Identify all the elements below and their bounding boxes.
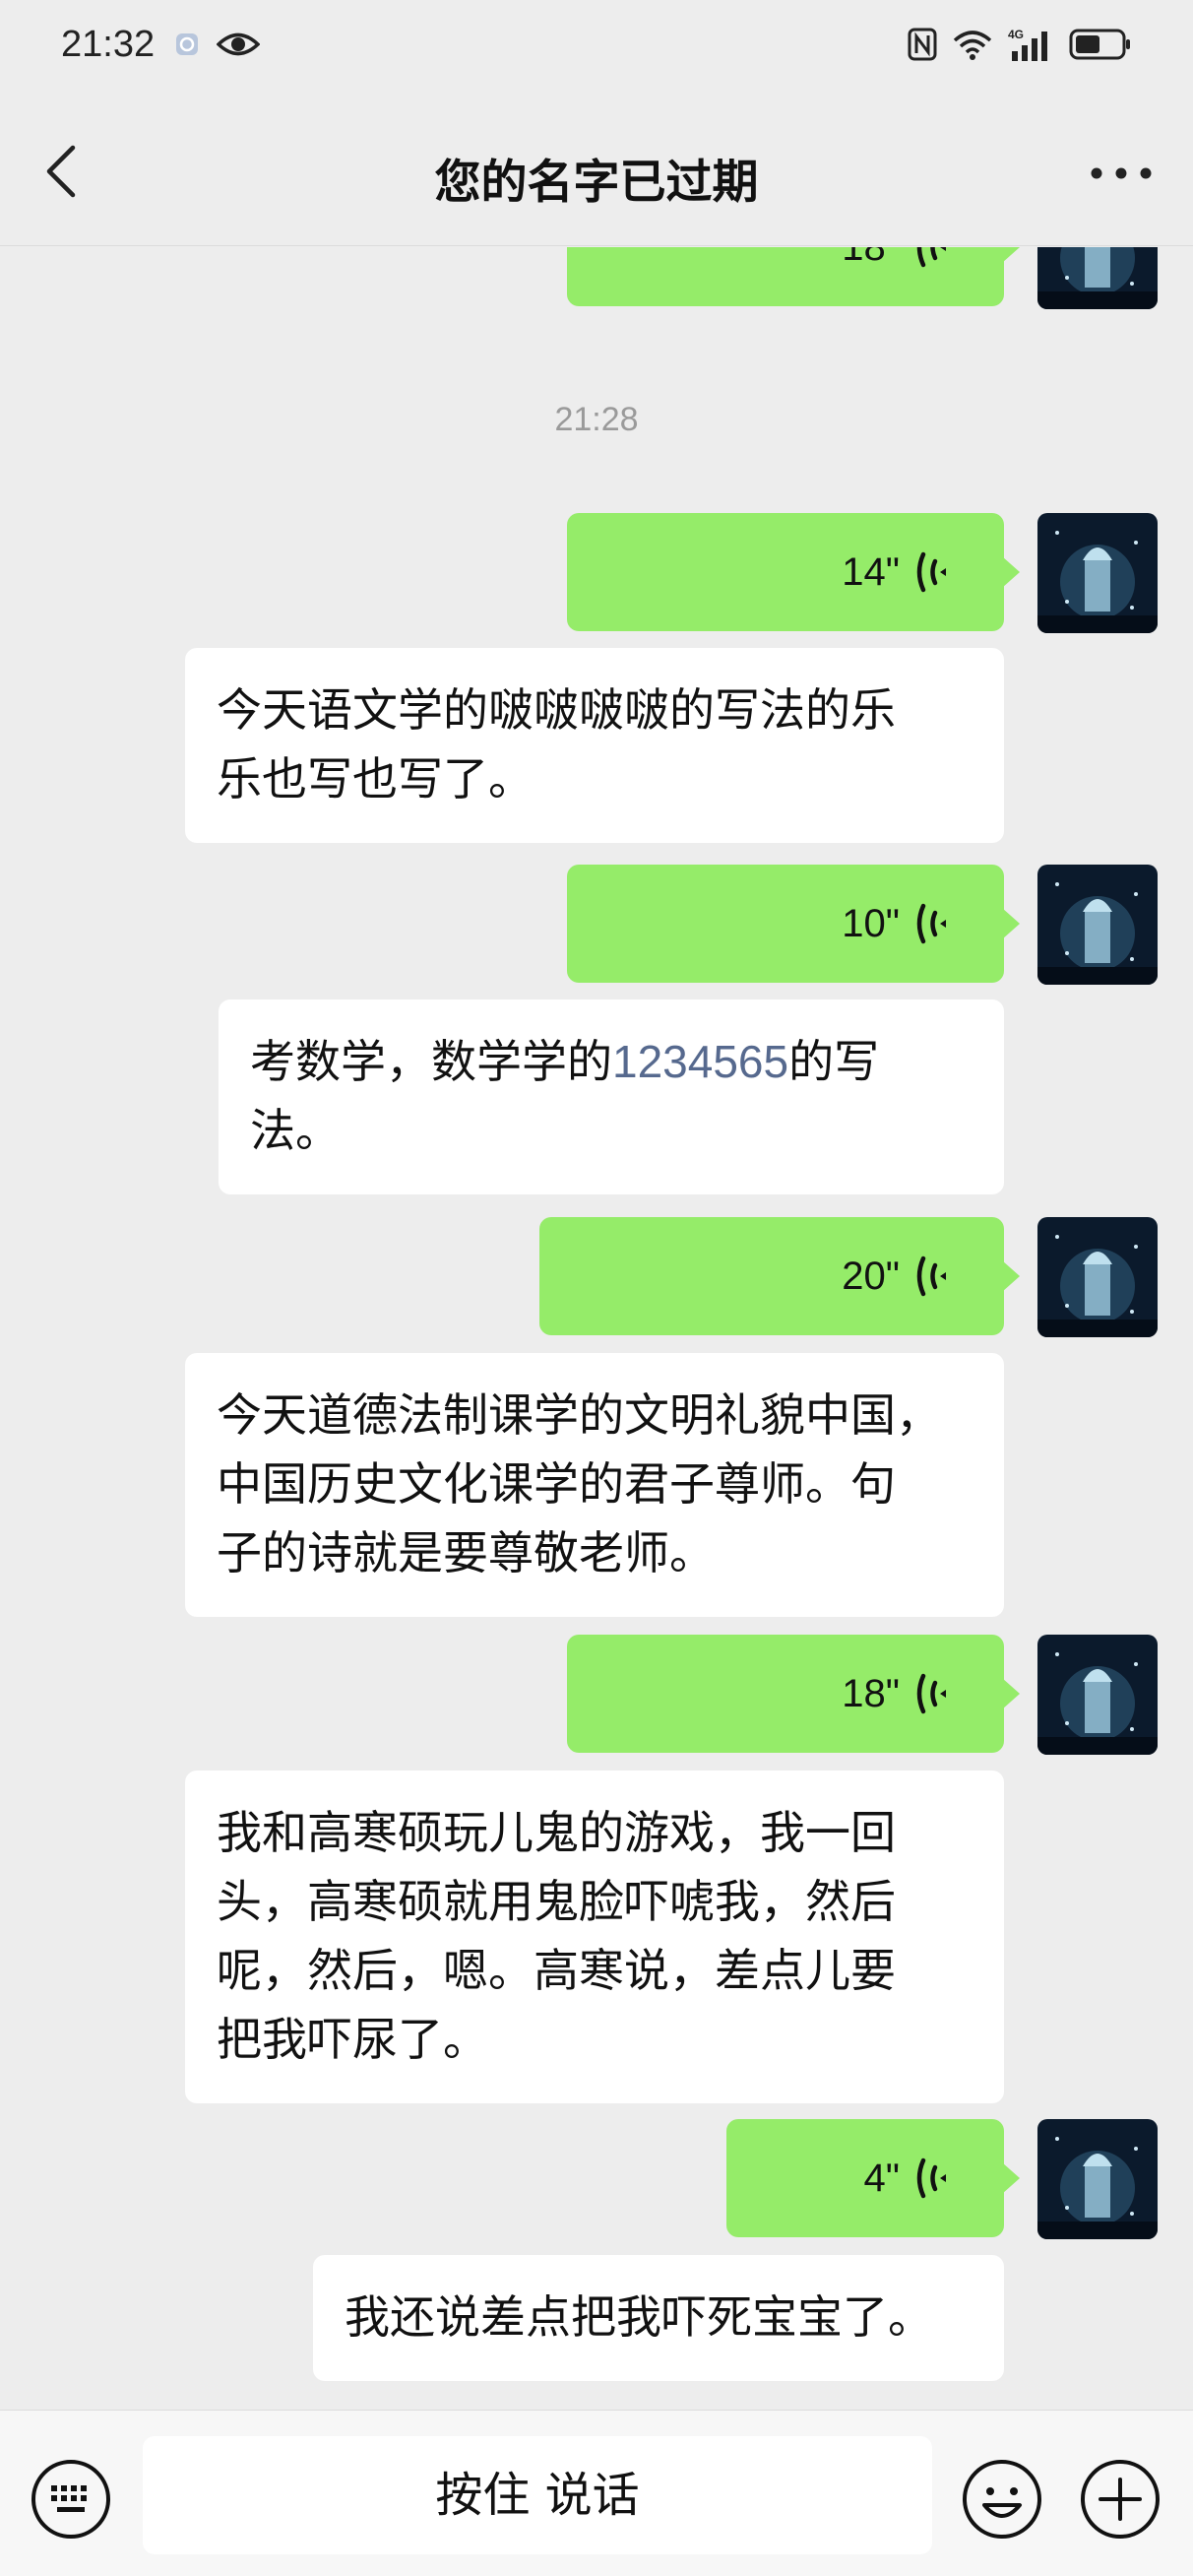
- transcription-bubble[interactable]: 今天道德法制课学的文明礼貌中国， 中国历史文化课学的君子尊师。句 子的诗就是要尊…: [185, 1353, 1004, 1617]
- voice-wave-icon: [916, 903, 946, 944]
- number-link[interactable]: 1234565: [612, 1036, 788, 1087]
- voice-duration: 10": [842, 902, 900, 945]
- transcription-bubble[interactable]: 我还说差点把我吓死宝宝了。: [313, 2255, 1004, 2381]
- battery-icon: [1069, 28, 1132, 65]
- more-options-button[interactable]: [1087, 154, 1156, 193]
- avatar[interactable]: [1037, 865, 1158, 985]
- transcription-bubble[interactable]: 考数学，数学学的1234565的写 法。: [219, 999, 1004, 1194]
- nfc-icon: [908, 28, 937, 65]
- avatar[interactable]: [1037, 1217, 1158, 1337]
- transcription-line: 头，高寒硕就用鬼脸吓唬我，然后: [217, 1875, 896, 1928]
- hold-to-talk-button[interactable]: 按住 说话: [143, 2436, 932, 2554]
- avatar-starry-night-icon: [1037, 2119, 1158, 2239]
- transcription-line: 今天道德法制课学的文明礼貌中国，: [217, 1388, 941, 1442]
- transcription-line: 我还说差点把我吓死宝宝了。: [345, 2290, 933, 2344]
- input-bar: 按住 说话: [0, 2410, 1193, 2576]
- voice-message-bubble[interactable]: 18": [567, 247, 1020, 306]
- transcription-line: 呢，然后，嗯。高寒说，差点儿要: [217, 1944, 896, 1997]
- eye-icon: [216, 30, 261, 63]
- wifi-icon: [953, 29, 992, 64]
- transcription-line: 乐也写也写了。: [217, 752, 534, 805]
- more-dots-icon: [1091, 167, 1152, 179]
- avatar-starry-night-icon: [1037, 1635, 1158, 1755]
- avatar[interactable]: [1037, 513, 1158, 633]
- chat-header: 您的名字已过期: [0, 98, 1193, 246]
- transcription-bubble[interactable]: 我和高寒硕玩儿鬼的游戏，我一回 头，高寒硕就用鬼脸吓唬我，然后 呢，然后，嗯。高…: [185, 1771, 1004, 2103]
- voice-message-bubble[interactable]: 18": [567, 1635, 1020, 1753]
- voice-message-bubble[interactable]: 20": [539, 1217, 1020, 1335]
- status-bar: 21:32 4G: [0, 0, 1193, 98]
- voice-duration: 20": [842, 1255, 900, 1298]
- voice-wave-icon: [916, 551, 946, 593]
- more-functions-button[interactable]: [1079, 2458, 1162, 2541]
- voice-duration: 14": [842, 550, 900, 594]
- avatar-starry-night-icon: [1037, 865, 1158, 985]
- voice-wave-icon: [916, 247, 946, 268]
- voice-message-bubble[interactable]: 4": [726, 2119, 1020, 2237]
- transcription-line: 考数学，数学学的1234565的写: [250, 1035, 880, 1088]
- voice-wave-icon: [916, 1256, 946, 1297]
- smiley-icon: [963, 2460, 1041, 2539]
- keyboard-icon: [31, 2460, 110, 2539]
- voice-duration: 18": [842, 1672, 900, 1715]
- avatar-starry-night-icon: [1037, 247, 1158, 309]
- avatar-starry-night-icon: [1037, 513, 1158, 633]
- transcription-line: 今天语文学的啵啵啵啵的写法的乐: [217, 683, 896, 737]
- voice-message-bubble[interactable]: 14": [567, 513, 1020, 631]
- plus-icon: [1081, 2460, 1160, 2539]
- transcription-line: 子的诗就是要尊敬老师。: [217, 1526, 715, 1579]
- message-list[interactable]: 18" 21:28 14" 今天语文学的啵啵啵啵的写法的乐 乐也写也写了。 10…: [0, 247, 1193, 2410]
- avatar-starry-night-icon: [1037, 1217, 1158, 1337]
- avatar[interactable]: [1037, 2119, 1158, 2239]
- transcription-line: 我和高寒硕玩儿鬼的游戏，我一回: [217, 1806, 896, 1859]
- chat-title: 您的名字已过期: [434, 156, 759, 210]
- transcription-line: 法。: [250, 1104, 341, 1157]
- transcription-line: 把我吓尿了。: [217, 2013, 488, 2066]
- status-time: 21:32: [61, 24, 156, 65]
- message-timestamp: 21:28: [554, 401, 639, 438]
- notification-app-icon: [175, 32, 199, 60]
- cellular-signal-icon: 4G: [1008, 28, 1053, 65]
- transcription-line: 中国历史文化课学的君子尊师。句: [217, 1457, 896, 1511]
- voice-wave-icon: [916, 1673, 946, 1714]
- avatar[interactable]: [1037, 247, 1158, 309]
- voice-duration: 4": [863, 2157, 900, 2200]
- avatar[interactable]: [1037, 1635, 1158, 1755]
- voice-wave-icon: [916, 2157, 946, 2199]
- voice-message-bubble[interactable]: 10": [567, 865, 1020, 983]
- voice-duration: 18": [842, 247, 900, 269]
- svg-text:4G: 4G: [1008, 28, 1024, 41]
- transcription-bubble[interactable]: 今天语文学的啵啵啵啵的写法的乐 乐也写也写了。: [185, 648, 1004, 843]
- emoji-button[interactable]: [961, 2458, 1043, 2541]
- keyboard-toggle-button[interactable]: [30, 2458, 112, 2541]
